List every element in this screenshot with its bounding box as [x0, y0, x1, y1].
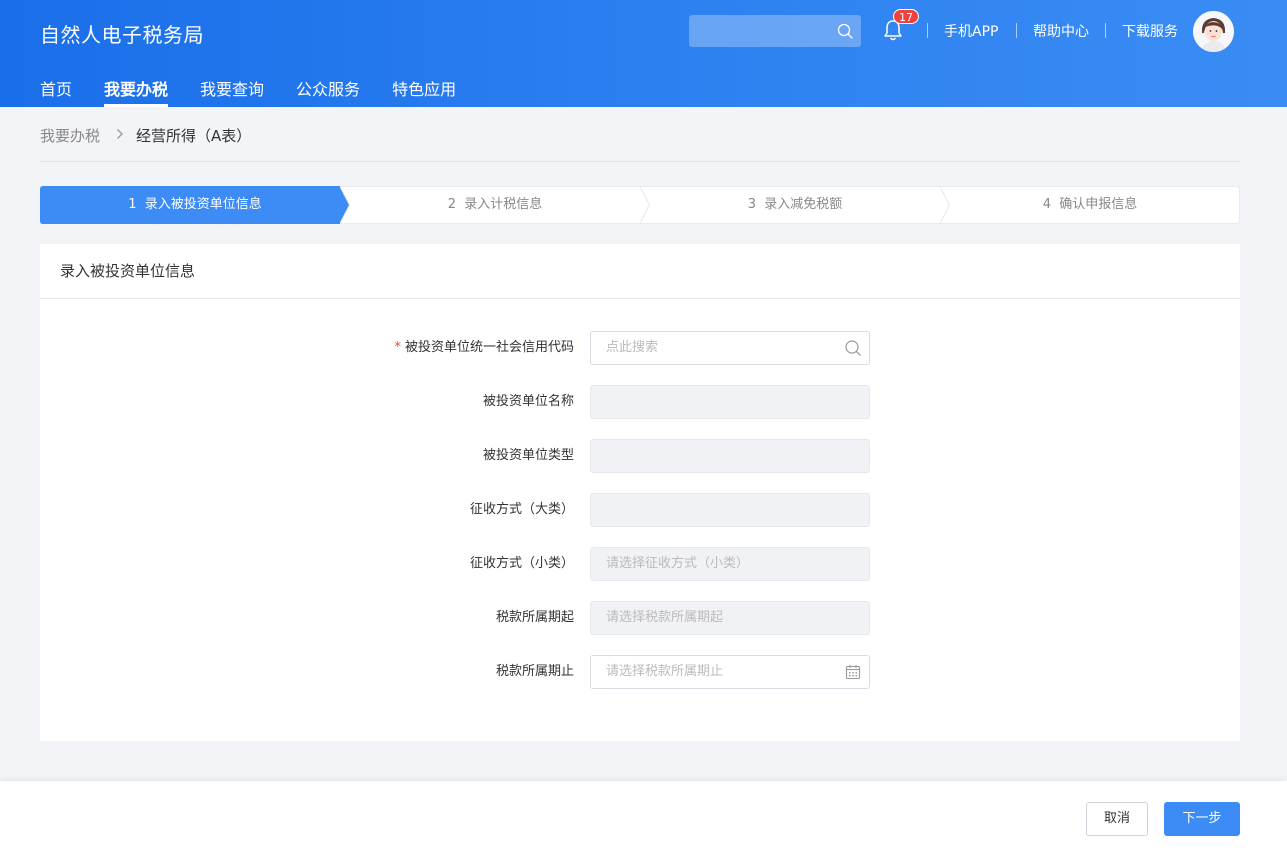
user-avatar[interactable]: [1193, 11, 1234, 52]
calendar-icon[interactable]: [845, 664, 861, 680]
breadcrumb: 我要办税 经营所得（A表）: [40, 125, 251, 146]
step-1-number: 1: [128, 197, 137, 212]
form-row-credit-code: * 被投资单位统一社会信用代码 点此搜索: [40, 331, 1240, 365]
nav-tax-handling[interactable]: 我要办税: [104, 76, 169, 107]
required-mark: *: [394, 340, 401, 355]
search-icon[interactable]: [845, 340, 861, 356]
field-label: 税款所属期起: [495, 610, 574, 625]
header-divider: [927, 23, 928, 38]
period-start-field: 请选择税款所属期起: [590, 601, 870, 635]
notification-badge: 17: [893, 9, 919, 24]
form-row-unit-type: 被投资单位类型: [40, 439, 1240, 473]
form-row-period-start: 税款所属期起 请选择税款所属期起: [40, 601, 1240, 635]
field-label: 被投资单位名称: [482, 394, 574, 409]
form-row-collection-minor: 征收方式（小类） 请选择征收方式（小类）: [40, 547, 1240, 581]
header-search-input[interactable]: [689, 15, 861, 47]
unit-type-field: [590, 439, 870, 473]
breadcrumb-parent[interactable]: 我要办税: [40, 125, 100, 146]
step-2-number: 2: [447, 197, 456, 212]
form-row-collection-major: 征收方式（大类）: [40, 493, 1240, 527]
field-label: 税款所属期止: [495, 664, 574, 679]
step-indicator: 1 录入被投资单位信息 2 录入计税信息 3 录入减免税额 4 确认申报信息: [40, 186, 1240, 224]
nav-public-service[interactable]: 公众服务: [296, 76, 360, 107]
breadcrumb-divider: [40, 161, 1240, 162]
download-service-link[interactable]: 下载服务: [1122, 21, 1178, 41]
field-label: 征收方式（大类）: [469, 502, 574, 517]
form-row-period-end: 税款所属期止 请选择税款所属期止: [40, 655, 1240, 689]
site-logo[interactable]: 自然人电子税务局: [40, 19, 204, 48]
header-divider: [1105, 23, 1106, 38]
card-title: 录入被投资单位信息: [40, 244, 1240, 299]
top-header: 自然人电子税务局 17 手机APP 帮助中心 下载服务 首页 我要办税 我要查询: [0, 0, 1287, 107]
action-footer: 取消 下一步: [0, 781, 1287, 852]
step-4: 4 确认申报信息: [940, 186, 1240, 224]
nav-home[interactable]: 首页: [40, 76, 72, 107]
mobile-app-link[interactable]: 手机APP: [944, 21, 998, 41]
unit-name-field: [590, 385, 870, 419]
step-2-label: 录入计税信息: [464, 197, 543, 212]
step-2: 2 录入计税信息: [340, 186, 650, 224]
input-placeholder: 请选择征收方式（小类）: [606, 556, 750, 571]
input-placeholder: 请选择税款所属期止: [606, 664, 724, 679]
input-placeholder: 请选择税款所属期起: [606, 610, 724, 625]
form-card: 录入被投资单位信息 * 被投资单位统一社会信用代码 点此搜索 被投资单位名称 被投…: [40, 244, 1240, 741]
help-center-link[interactable]: 帮助中心: [1033, 21, 1089, 41]
search-icon[interactable]: [837, 23, 853, 39]
collection-method-minor-select: 请选择征收方式（小类）: [590, 547, 870, 581]
step-3-number: 3: [747, 197, 756, 212]
breadcrumb-current: 经营所得（A表）: [136, 127, 252, 145]
step-3-label: 录入减免税额: [764, 197, 843, 212]
field-label: 被投资单位类型: [482, 448, 574, 463]
step-4-number: 4: [1042, 197, 1051, 212]
next-step-button[interactable]: 下一步: [1164, 802, 1240, 836]
collection-method-major-field: [590, 493, 870, 527]
header-divider: [1016, 23, 1017, 38]
form-row-unit-name: 被投资单位名称: [40, 385, 1240, 419]
chevron-right-icon: [116, 128, 124, 144]
step-1: 1 录入被投资单位信息: [40, 186, 350, 224]
main-nav: 首页 我要办税 我要查询 公众服务 特色应用: [40, 76, 488, 107]
nav-query[interactable]: 我要查询: [200, 76, 264, 107]
period-end-date-picker[interactable]: 请选择税款所属期止: [590, 655, 870, 689]
credit-code-search-input[interactable]: 点此搜索: [590, 331, 870, 365]
step-3: 3 录入减免税额: [640, 186, 950, 224]
nav-featured-apps[interactable]: 特色应用: [392, 76, 456, 107]
step-1-label: 录入被投资单位信息: [144, 197, 262, 212]
field-label: * 被投资单位统一社会信用代码: [394, 340, 574, 355]
cancel-button[interactable]: 取消: [1086, 802, 1148, 836]
input-placeholder: 点此搜索: [606, 340, 659, 355]
field-label: 征收方式（小类）: [469, 556, 574, 571]
step-4-label: 确认申报信息: [1059, 197, 1138, 212]
